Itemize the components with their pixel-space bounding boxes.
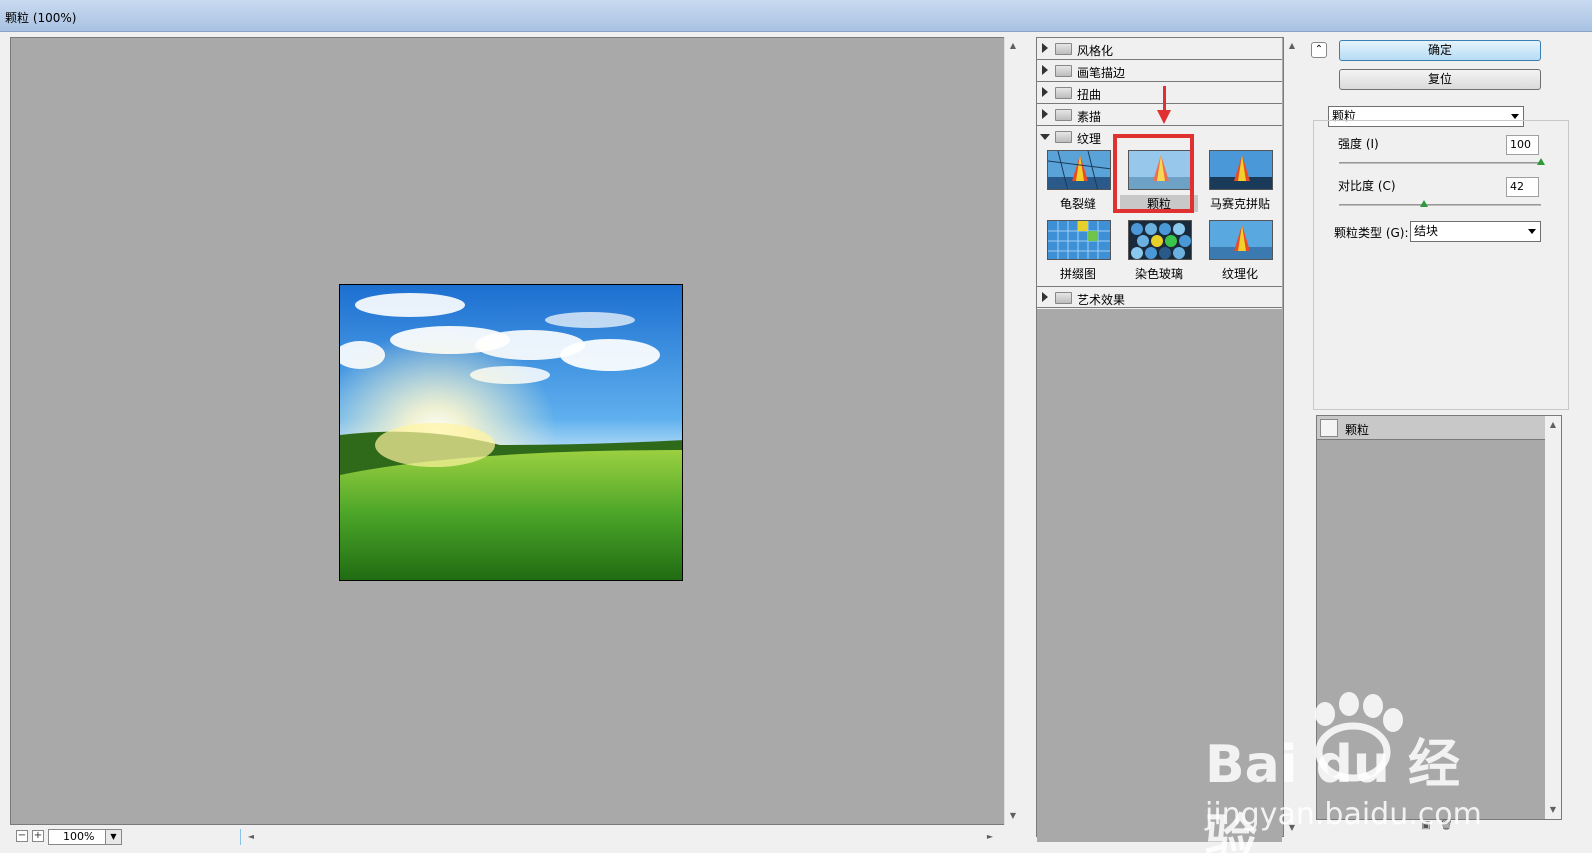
title-bar: 颗粒 (100%) [0,0,1592,32]
folder-open-icon [1055,131,1072,143]
scroll-down-arrow-icon[interactable]: ▼ [1005,809,1021,823]
contrast-slider[interactable] [1339,200,1541,207]
grain-type-select[interactable]: 结块 [1410,221,1541,242]
folder-icon [1055,109,1072,121]
preview-horizontal-scrollbar[interactable]: ◄ ► [240,829,1000,845]
category-label: 艺术效果 [1077,293,1126,307]
intensity-slider-handle[interactable] [1537,158,1545,165]
preview-bottom-bar: − + 100% ▼ ◄ ► [10,826,1020,846]
zoom-level-value: 100% [63,830,95,843]
category-distort[interactable]: 扭曲 [1037,82,1282,104]
effect-layers-panel: 颗粒 ▲ ▼ [1316,415,1562,820]
reset-button[interactable]: 复位 [1339,69,1541,90]
scroll-up-arrow-icon[interactable]: ▲ [1284,39,1300,53]
visibility-eye-icon[interactable] [1320,419,1338,437]
filter-thumb-patchwork[interactable]: 拼缀图 [1045,220,1111,286]
expand-arrow-icon[interactable] [1042,43,1048,53]
filter-label: 龟裂缝 [1059,197,1096,211]
category-label: 风格化 [1077,44,1114,58]
contrast-slider-handle[interactable] [1419,200,1428,207]
selection-highlight-box [1113,134,1194,213]
filter-thumb-mosaic-tiles[interactable]: 马赛克拼贴 [1207,150,1273,216]
contrast-label: 对比度 (C) [1338,179,1396,193]
expand-arrow-icon[interactable] [1042,87,1048,97]
ok-button[interactable]: 确定 [1339,40,1541,61]
intensity-input[interactable]: 100 [1506,135,1539,155]
scroll-up-arrow-icon[interactable]: ▲ [1005,39,1021,53]
filter-label: 纹理化 [1221,267,1258,281]
thumbnail-image [1128,220,1192,260]
thumbnail-image [1047,150,1111,190]
filter-thumb-stained-glass[interactable]: 染色玻璃 [1126,220,1192,286]
effect-layer-label: 颗粒 [1345,423,1370,437]
dropdown-arrow-icon [1528,229,1536,234]
folder-icon [1055,65,1072,77]
category-stylize[interactable]: 风格化 [1037,38,1282,60]
collapse-gallery-icon[interactable]: ⌃ [1311,42,1327,58]
thumbnail-image [1047,220,1111,260]
category-label: 纹理 [1077,132,1102,146]
layers-vertical-scrollbar[interactable]: ▲ ▼ [1545,416,1561,819]
folder-icon [1055,87,1072,99]
contrast-input[interactable]: 42 [1506,177,1539,197]
scroll-up-arrow-icon[interactable]: ▲ [1545,418,1561,432]
zoom-level-field[interactable]: 100% ▼ [48,829,122,845]
scroll-down-arrow-icon[interactable]: ▼ [1545,803,1561,817]
grain-type-value: 结块 [1414,224,1439,238]
filter-label: 马赛克拼贴 [1209,197,1270,211]
expand-arrow-icon[interactable] [1042,109,1048,119]
collapse-arrow-icon[interactable] [1040,134,1050,140]
grain-type-label: 颗粒类型 (G): [1334,226,1409,240]
expand-arrow-icon[interactable] [1042,292,1048,302]
filter-gallery-dialog: ▲ ▼ − + 100% ▼ ◄ ► 风格化 画笔描边 扭曲 素描 纹理 龟裂缝… [0,32,1592,853]
landscape-photo [340,285,682,580]
window-title: 颗粒 (100%) [5,11,77,25]
filter-label: 拼缀图 [1059,267,1096,281]
gallery-vertical-scrollbar[interactable]: ▲ ▼ [1284,37,1300,837]
category-label: 扭曲 [1077,88,1102,102]
filter-thumb-craquelure[interactable]: 龟裂缝 [1045,150,1111,216]
folder-icon [1055,292,1072,304]
category-artistic[interactable]: 艺术效果 [1037,286,1282,308]
preview-vertical-scrollbar[interactable]: ▲ ▼ [1004,37,1020,825]
category-label: 画笔描边 [1077,66,1126,80]
folder-icon [1055,43,1072,55]
annotation-arrow-head [1157,110,1171,124]
scroll-down-arrow-icon[interactable]: ▼ [1284,821,1300,835]
intensity-slider[interactable] [1339,158,1545,165]
zoom-in-button[interactable]: + [32,830,44,842]
zoom-dropdown-icon[interactable]: ▼ [105,830,121,844]
thumbnail-image [1209,150,1273,190]
new-effect-layer-icon[interactable]: ▣ [1420,820,1432,832]
expand-arrow-icon[interactable] [1042,65,1048,75]
delete-effect-layer-icon[interactable]: 🗑 [1440,820,1453,832]
scroll-left-arrow-icon[interactable]: ◄ [243,830,259,844]
zoom-out-button[interactable]: − [16,830,28,842]
filter-label: 染色玻璃 [1134,267,1183,281]
preview-canvas[interactable] [10,37,1014,825]
category-label: 素描 [1077,110,1102,124]
effect-layer-row[interactable]: 颗粒 [1317,416,1545,440]
thumbnail-image [1209,220,1273,260]
scroll-right-arrow-icon[interactable]: ► [982,830,998,844]
filter-thumb-texturizer[interactable]: 纹理化 [1207,220,1273,286]
preview-image [339,284,683,581]
intensity-label: 强度 (I) [1338,137,1379,151]
dropdown-arrow-icon [1511,114,1519,119]
category-brush-strokes[interactable]: 画笔描边 [1037,60,1282,82]
annotation-arrow [1163,86,1166,112]
